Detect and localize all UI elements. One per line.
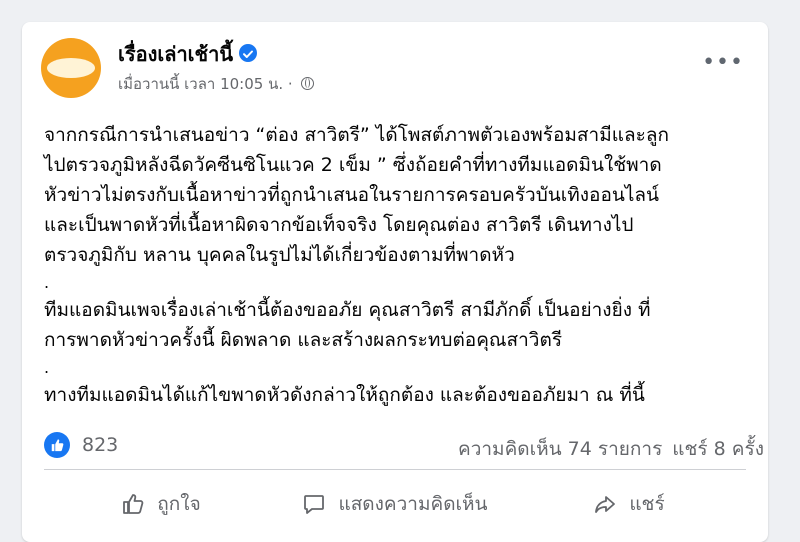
post-card: เรื่องเล่าเช้านี้ เมื่อวานนี้ เวลา 10:05…: [22, 22, 768, 542]
comment-count[interactable]: ความคิดเห็น 74 รายการ: [458, 438, 662, 460]
like-reaction-icon[interactable]: [44, 432, 70, 458]
post-line: หัวข่าวไม่ตรงกับเนื้อหาข่าวที่ถูกนำเสนอใ…: [44, 184, 660, 206]
avatar-logo: [47, 58, 95, 78]
divider: [44, 469, 746, 470]
like-label: ถูกใจ: [157, 493, 201, 515]
share-label: แชร์: [629, 493, 665, 515]
share-button[interactable]: แชร์: [512, 474, 746, 534]
post-separator: .: [44, 273, 50, 292]
comment-label: แสดงความคิดเห็น: [338, 493, 488, 515]
share-icon: [595, 496, 616, 513]
post-line: การพาดหัวข่าวครั้งนี้ ผิดพลาด และสร้างผล…: [44, 329, 563, 351]
post-timestamp[interactable]: เมื่อวานนี้ เวลา 10:05 น. ·: [118, 75, 293, 93]
comment-icon: [304, 495, 325, 514]
comment-button[interactable]: แสดงความคิดเห็น: [278, 474, 512, 534]
action-bar: ถูกใจ แสดงความคิดเห็น แชร์: [44, 474, 746, 534]
post-line: จากกรณีการนำเสนอข่าว “ต่อง สาวิตรี” ได้โ…: [44, 124, 669, 146]
page-avatar[interactable]: [41, 38, 101, 98]
post-meta: เมื่อวานนี้ เวลา 10:05 น. ·: [118, 72, 315, 96]
like-button[interactable]: ถูกใจ: [44, 474, 278, 534]
post-separator: .: [44, 358, 50, 377]
share-count[interactable]: แชร์ 8 ครั้ง: [672, 438, 764, 460]
verified-badge-icon: [239, 44, 257, 62]
post-body: จากกรณีการนำเสนอข่าว “ต่อง สาวิตรี” ได้โ…: [44, 120, 754, 410]
post-line: ทางทีมแอดมินได้แก้ไขพาดหัวดังกล่าวให้ถูก…: [44, 384, 645, 406]
like-count[interactable]: 823: [82, 434, 118, 456]
engagement-stats: ความคิดเห็น 74 รายการ แชร์ 8 ครั้ง: [448, 434, 764, 464]
post-line: ไปตรวจภูมิหลังฉีดวัคซีนซิโนแวค 2 เข็ม ” …: [44, 154, 662, 176]
more-options-icon[interactable]: •••: [702, 52, 744, 74]
post-line: ตรวจภูมิกับ หลาน บุคคลในรูปไม่ได้เกี่ยวข…: [44, 244, 515, 266]
page-name-text[interactable]: เรื่องเล่าเช้านี้: [118, 42, 233, 66]
globe-icon[interactable]: [301, 77, 315, 90]
post-line: ทีมแอดมินเพจเรื่องเล่าเช้านี้ต้องขออภัย …: [44, 299, 651, 321]
page-name[interactable]: เรื่องเล่าเช้านี้: [118, 38, 257, 70]
thumbs-up-icon: [123, 494, 144, 514]
reactions-bar: 823 ความคิดเห็น 74 รายการ แชร์ 8 ครั้ง: [44, 428, 764, 464]
post-header: เรื่องเล่าเช้านี้ เมื่อวานนี้ เวลา 10:05…: [22, 22, 768, 112]
post-line: และเป็นพาดหัวที่เนื้อหาผิดจากข้อเท็จจริง…: [44, 214, 634, 236]
